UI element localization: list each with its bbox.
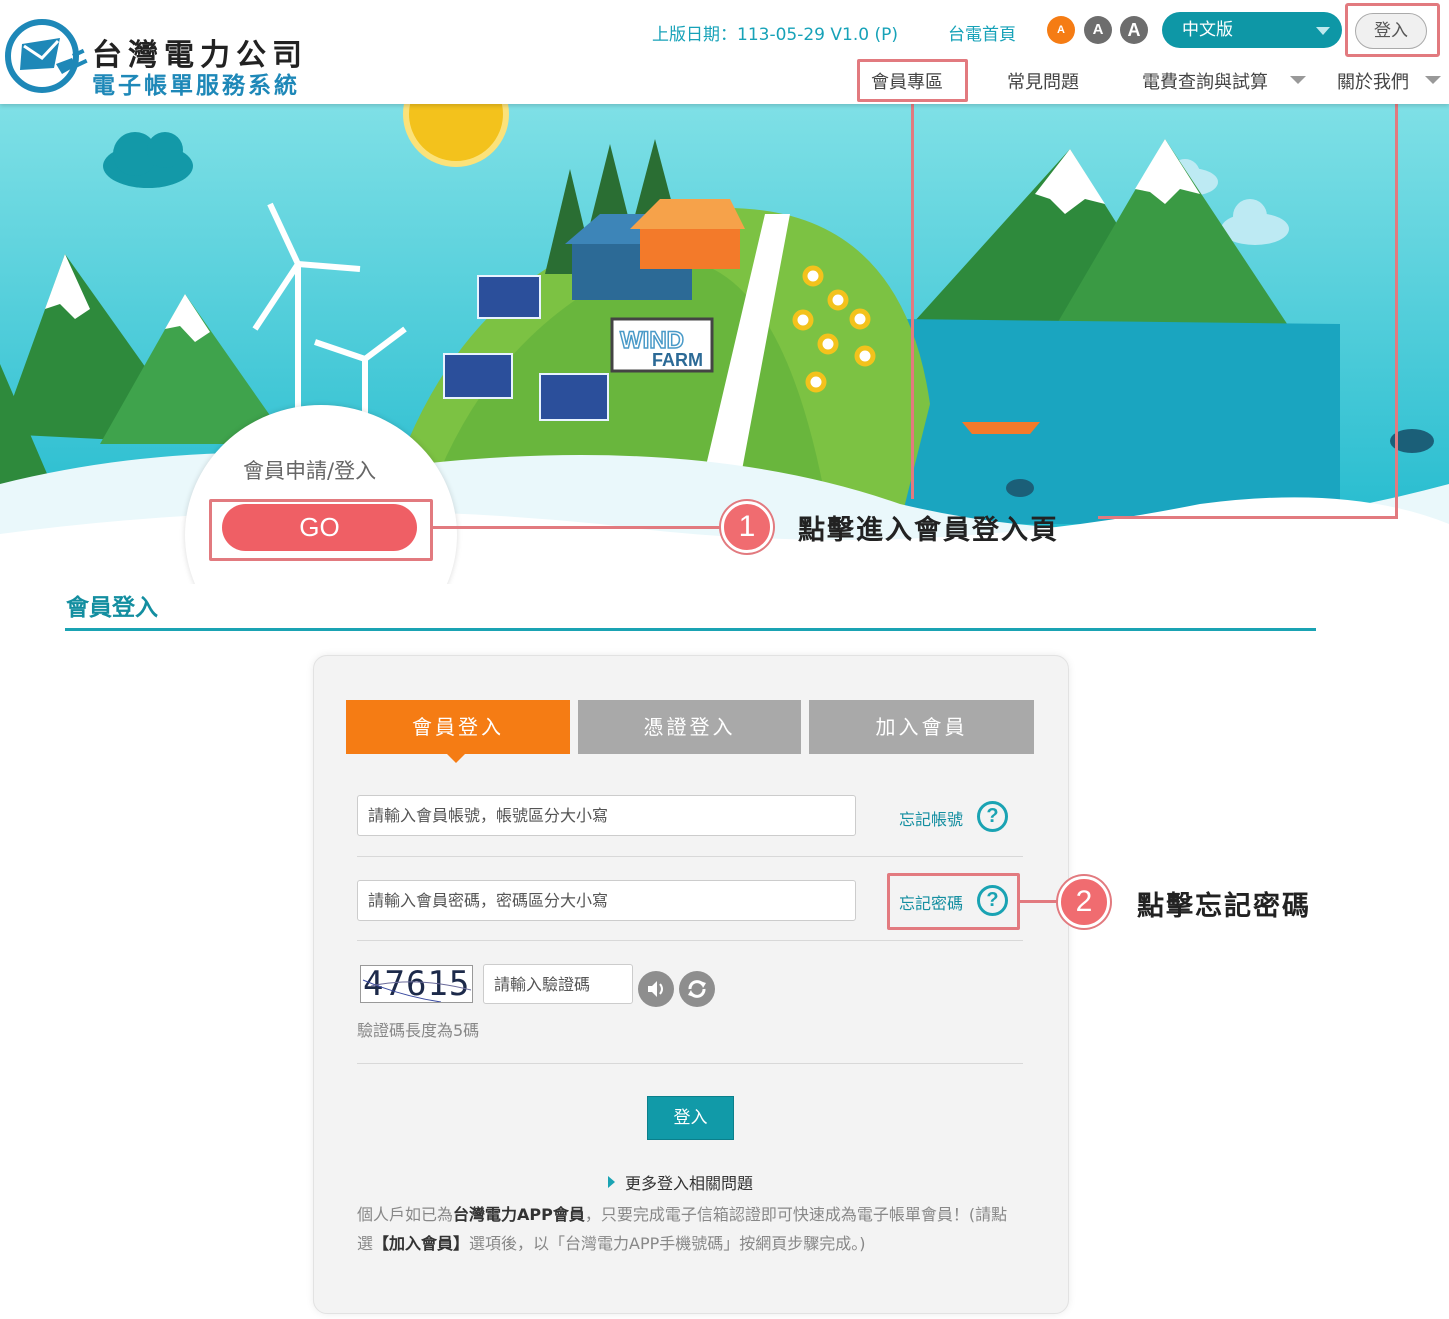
section-divider (65, 628, 1316, 631)
nav-about-us[interactable]: 關於我們 (1337, 68, 1409, 94)
login-button-highlight (1345, 3, 1440, 57)
annotation-connector (433, 526, 728, 529)
member-zone-highlight (857, 59, 968, 102)
site-header: 台灣電力公司 電子帳單服務系統 上版日期：113-05-29 V1.0 (P) … (0, 0, 1449, 104)
chevron-down-icon (1290, 76, 1306, 84)
captcha-input[interactable] (483, 964, 633, 1004)
note-text: 選項後，以「台灣電力APP手機號碼」按網頁步驟完成。) (469, 1234, 866, 1253)
password-input[interactable] (357, 880, 856, 921)
captcha-image: 47615 (360, 965, 473, 1003)
language-select[interactable]: 中文版 (1162, 12, 1342, 48)
captcha-noise (362, 979, 472, 1002)
go-button-highlight (209, 499, 433, 561)
annotation-connector (911, 102, 914, 499)
chevron-down-icon (1425, 76, 1441, 84)
font-size-large-button[interactable]: A (1120, 16, 1148, 44)
font-size-small-button[interactable]: A (1047, 16, 1075, 44)
section-title: 會員登入 (66, 595, 158, 621)
tab-join-member[interactable]: 加入會員 (809, 700, 1034, 754)
more-login-questions-label: 更多登入相關問題 (625, 1174, 754, 1193)
speaker-icon (648, 981, 663, 997)
account-input[interactable] (357, 795, 856, 836)
taipower-home-link[interactable]: 台電首頁 (948, 20, 1016, 45)
nav-faq[interactable]: 常見問題 (1007, 68, 1079, 94)
chevron-down-icon (1316, 27, 1330, 35)
forgot-account-link[interactable]: 忘記帳號 (899, 806, 963, 830)
envelope-plug-logo-icon (5, 19, 88, 93)
annotation-connector (1395, 57, 1398, 519)
note-bold-app-member: 台灣電力APP會員 (453, 1205, 585, 1224)
step-2-badge: 2 (1058, 876, 1110, 928)
divider (357, 940, 1023, 941)
divider (357, 1063, 1023, 1064)
step-1-text: 點擊進入會員登入頁 (798, 515, 1059, 546)
wind-farm-sign-line2: FARM (652, 350, 703, 370)
note-bold-join-member: 【加入會員】 (373, 1234, 470, 1253)
login-submit-button[interactable]: 登入 (647, 1096, 734, 1140)
language-select-value: 中文版 (1182, 20, 1233, 40)
active-tab-indicator (447, 754, 465, 763)
more-login-questions-link[interactable]: 更多登入相關問題 (608, 1170, 753, 1194)
step-2-text: 點擊忘記密碼 (1137, 891, 1311, 922)
annotation-connector (1098, 516, 1398, 519)
member-apply-login-label: 會員申請/登入 (243, 459, 377, 483)
caret-right-icon (608, 1176, 615, 1188)
speaker-icon[interactable] (638, 971, 674, 1007)
font-size-medium-button[interactable]: A (1084, 16, 1112, 44)
logo[interactable]: 台灣電力公司 電子帳單服務系統 (2, 14, 332, 99)
step-1-badge: 1 (721, 501, 773, 553)
version-date: 上版日期：113-05-29 V1.0 (P) (652, 25, 898, 45)
logo-subtitle: 電子帳單服務系統 (92, 73, 300, 99)
tab-member-login[interactable]: 會員登入 (346, 700, 570, 754)
question-circle-icon[interactable]: ? (977, 801, 1008, 832)
captcha-hint: 驗證碼長度為5碼 (357, 1021, 480, 1040)
refresh-icon[interactable] (679, 971, 715, 1007)
app-member-note: 個人戶如已為台灣電力APP會員，只要完成電子信箱認證即可快速成為電子帳單會員！(… (357, 1200, 1017, 1258)
tab-certificate-login[interactable]: 憑證登入 (578, 700, 801, 754)
note-text: 個人戶如已為 (357, 1205, 454, 1224)
refresh-icon (688, 980, 706, 998)
nav-bill-inquiry[interactable]: 電費查詢與試算 (1142, 68, 1268, 94)
divider (357, 856, 1023, 857)
forgot-password-highlight (887, 873, 1020, 930)
